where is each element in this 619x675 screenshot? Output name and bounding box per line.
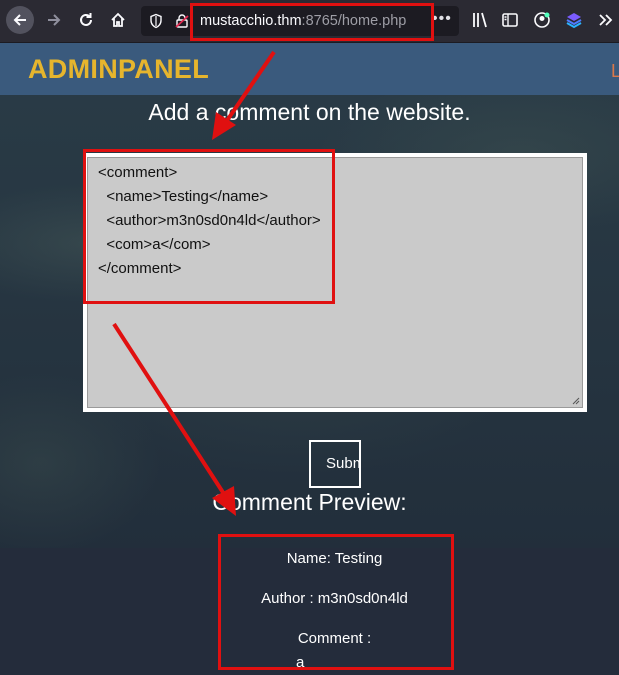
- library-button[interactable]: [470, 10, 492, 32]
- sidebar-button[interactable]: [500, 10, 522, 32]
- forward-button[interactable]: [40, 6, 68, 34]
- payload-highlight-box: [83, 149, 335, 304]
- lock-icon[interactable]: [174, 13, 190, 29]
- navbar: ADMINPANEL L: [0, 43, 619, 95]
- nav-link[interactable]: L: [611, 61, 619, 82]
- shield-icon[interactable]: [148, 13, 164, 29]
- url-highlight-box: [190, 3, 434, 41]
- account-button[interactable]: [532, 10, 554, 32]
- account-icon: [534, 12, 550, 28]
- preview-highlight-box: [218, 534, 454, 670]
- page-actions-icon[interactable]: •••: [432, 10, 452, 28]
- home-icon: [111, 12, 125, 27]
- reload-icon: [80, 13, 92, 26]
- home-button[interactable]: [104, 6, 132, 34]
- back-arrow-icon: [13, 14, 26, 26]
- brand-logo[interactable]: ADMINPANEL: [28, 54, 209, 85]
- overflow-icon: [599, 14, 613, 26]
- library-icon: [473, 12, 487, 28]
- extension-button[interactable]: [564, 10, 586, 32]
- extension-icon: [566, 13, 582, 29]
- back-button[interactable]: [6, 6, 34, 34]
- forward-arrow-icon: [48, 14, 61, 26]
- form-heading: Add a comment on the website.: [148, 99, 471, 125]
- reload-button[interactable]: [72, 6, 100, 34]
- submit-button[interactable]: Submit: [309, 440, 361, 488]
- preview-title: Comment Preview:: [212, 489, 407, 515]
- sidebar-icon: [502, 13, 518, 27]
- overflow-button[interactable]: [596, 10, 618, 32]
- resize-grip-icon[interactable]: [570, 395, 580, 405]
